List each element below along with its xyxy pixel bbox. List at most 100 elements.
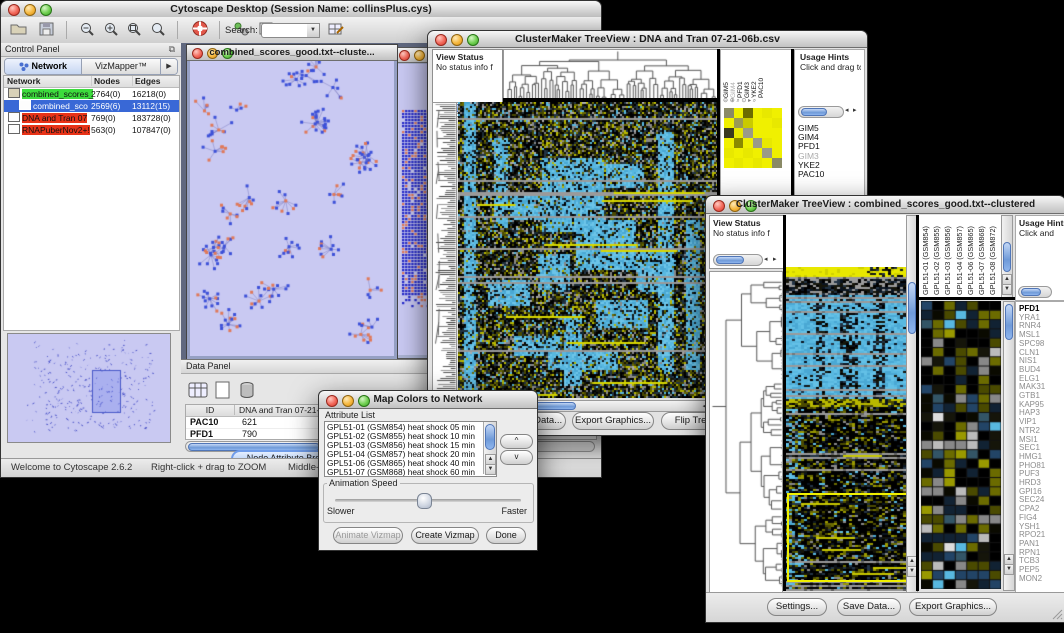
mini-heatmap-cell[interactable]	[734, 158, 744, 168]
usage-hints-hscrollbar[interactable]	[1018, 286, 1052, 298]
attribute-item[interactable]: GPL51-07 (GSM868) heat shock 60 min	[327, 468, 483, 477]
gene-vscrollbar[interactable]: ▲ ▼	[1003, 301, 1015, 591]
mini-heatmap-cell[interactable]	[772, 158, 782, 168]
zoom-fit-icon[interactable]	[150, 21, 167, 42]
attribute-table-icon[interactable]	[187, 380, 209, 405]
treeview2-title-bar[interactable]: ClusterMaker TreeView : combined_scores_…	[706, 196, 1064, 214]
mini-heatmap-cell[interactable]	[772, 148, 782, 158]
zoom-selected-icon[interactable]	[126, 21, 143, 42]
tab-network[interactable]: Network	[5, 59, 82, 74]
mini-heatmap-cell[interactable]	[762, 158, 772, 168]
mini-heatmap-cell[interactable]	[772, 108, 782, 118]
scroll-right-icon[interactable]: ▸	[773, 255, 777, 263]
save-icon[interactable]	[38, 21, 55, 42]
list-vscrollbar[interactable]: ▲ ▼	[483, 422, 496, 474]
delete-attribute-icon[interactable]	[237, 380, 257, 405]
search-input[interactable]	[261, 23, 309, 38]
done-button[interactable]: Done	[486, 527, 526, 544]
mini-heatmap-cell[interactable]	[724, 138, 734, 148]
mini-heatmap-cell[interactable]	[762, 108, 772, 118]
close-icon[interactable]	[399, 50, 410, 61]
mini-heatmap-cell[interactable]	[734, 128, 744, 138]
mini-heatmap-cell[interactable]	[724, 148, 734, 158]
mini-heatmap-cell[interactable]	[724, 158, 734, 168]
mini-heatmap-cell[interactable]	[753, 108, 763, 118]
mini-heatmap-cell[interactable]	[734, 138, 744, 148]
mini-heatmap-cell[interactable]	[762, 118, 772, 128]
gene-label[interactable]: MON2	[1019, 575, 1045, 584]
column-dendrogram-canvas[interactable]	[503, 49, 719, 100]
export-graphics-button[interactable]: Export Graphics...	[572, 412, 654, 430]
open-file-icon[interactable]	[9, 21, 28, 42]
mini-heatmap-cell[interactable]	[743, 118, 753, 128]
usage-hints-hscrollbar[interactable]	[798, 106, 844, 118]
network-canvas-1-area[interactable]	[190, 61, 394, 356]
search-dropdown-icon[interactable]: ▼	[307, 23, 320, 38]
new-attribute-icon[interactable]	[213, 380, 233, 405]
mini-heatmap-cell[interactable]	[753, 128, 763, 138]
tab-vizmapper[interactable]: VizMapper™	[82, 59, 161, 74]
mini-heatmap-cell[interactable]	[753, 148, 763, 158]
move-up-button[interactable]: ^	[500, 434, 533, 449]
save-data-button[interactable]: Save Data...	[837, 598, 901, 616]
float-panel-icon[interactable]: ⧉	[169, 44, 175, 55]
scrollbar-thumb[interactable]	[485, 424, 495, 450]
mini-heatmap-cell[interactable]	[753, 158, 763, 168]
network-table-row[interactable]: DNA and Tran 07769(0)183728(0)	[4, 112, 179, 124]
mini-heatmap-cell[interactable]	[734, 118, 744, 128]
network-table-row[interactable]: combined_sco2569(6)13112(15)	[4, 100, 179, 112]
tab-more-icon[interactable]: ▶	[161, 59, 177, 74]
mini-heatmap-cell[interactable]	[743, 108, 753, 118]
scroll-down-icon[interactable]: ▼	[1002, 284, 1012, 295]
mini-heatmap-cell[interactable]	[753, 118, 763, 128]
export-graphics-button[interactable]: Export Graphics...	[909, 598, 997, 616]
create-vizmap-button[interactable]: Create Vizmap	[411, 527, 479, 544]
scrollbar-thumb[interactable]	[1005, 304, 1013, 340]
mini-heatmap-cell[interactable]	[743, 158, 753, 168]
mini-heatmap-cell[interactable]	[724, 108, 734, 118]
resize-grip-icon[interactable]	[1051, 608, 1063, 620]
speed-slider-thumb[interactable]	[417, 493, 432, 509]
scroll-down-icon[interactable]: ▼	[485, 464, 496, 475]
mini-heatmap-cell[interactable]	[734, 108, 744, 118]
network-table-row[interactable]: combined_scores_2764(0)16218(0)	[4, 88, 179, 100]
mini-heatmap-cell[interactable]	[762, 148, 772, 158]
network-table-row[interactable]: RNAPuberNov2+!563(0)107847(0)	[4, 124, 179, 136]
help-lifering-icon[interactable]	[191, 20, 209, 42]
scroll-down-icon[interactable]: ▼	[1004, 564, 1014, 575]
network-window-1-title-bar[interactable]: combined_scores_good.txt--cluste...	[187, 45, 397, 61]
mini-heatmap-cell[interactable]	[734, 148, 744, 158]
scroll-left-icon[interactable]: ◂	[764, 255, 768, 263]
birdseye-canvas[interactable]	[8, 334, 168, 440]
mini-heatmap-cell[interactable]	[762, 138, 772, 148]
table-edit-icon[interactable]	[327, 21, 345, 42]
settings-button[interactable]: Settings...	[767, 598, 827, 616]
minimize-icon[interactable]	[414, 50, 425, 61]
mini-heatmap-cell[interactable]	[743, 138, 753, 148]
animate-vizmap-button[interactable]: Animate Vizmap	[333, 527, 403, 544]
move-down-button[interactable]: v	[500, 450, 533, 465]
gene-label[interactable]: PAC10	[798, 170, 824, 179]
zoom-in-icon[interactable]	[103, 21, 120, 42]
birdseye-panel[interactable]	[7, 333, 171, 443]
mini-heatmap-cell[interactable]	[762, 128, 772, 138]
main-title-bar[interactable]: Cytoscape Desktop (Session Name: collins…	[1, 1, 601, 18]
dialog-title-bar[interactable]: Map Colors to Network	[319, 391, 537, 409]
zoom-out-icon[interactable]	[79, 21, 96, 42]
row-dendrogram-canvas[interactable]	[432, 102, 457, 400]
mini-heatmap-cell[interactable]	[772, 118, 782, 128]
network-canvas[interactable]	[190, 61, 392, 354]
heatmap-canvas[interactable]	[458, 102, 718, 398]
sub-heatmap-canvas[interactable]	[921, 301, 1001, 589]
scroll-right-icon[interactable]: ▸	[853, 106, 857, 114]
mini-toolbar-icons[interactable]: ⊖ ⊕ ⌕ ⊙ ▸ ⌕	[723, 97, 756, 105]
mini-heatmap-cell[interactable]	[724, 118, 734, 128]
attribute-listbox[interactable]: GPL51-01 (GSM854) heat shock 05 minGPL51…	[324, 421, 497, 477]
mini-heatmap-cell[interactable]	[724, 128, 734, 138]
treeview1-title-bar[interactable]: ClusterMaker TreeView : DNA and Tran 07-…	[428, 31, 867, 48]
heatmap-selection-rect[interactable]	[787, 493, 908, 582]
mini-heatmap-cell[interactable]	[743, 148, 753, 158]
view-status-hscrollbar[interactable]	[713, 254, 763, 266]
column-label-vscrollbar[interactable]: ▲ ▼	[1001, 215, 1013, 299]
mini-heatmap[interactable]	[724, 108, 782, 168]
